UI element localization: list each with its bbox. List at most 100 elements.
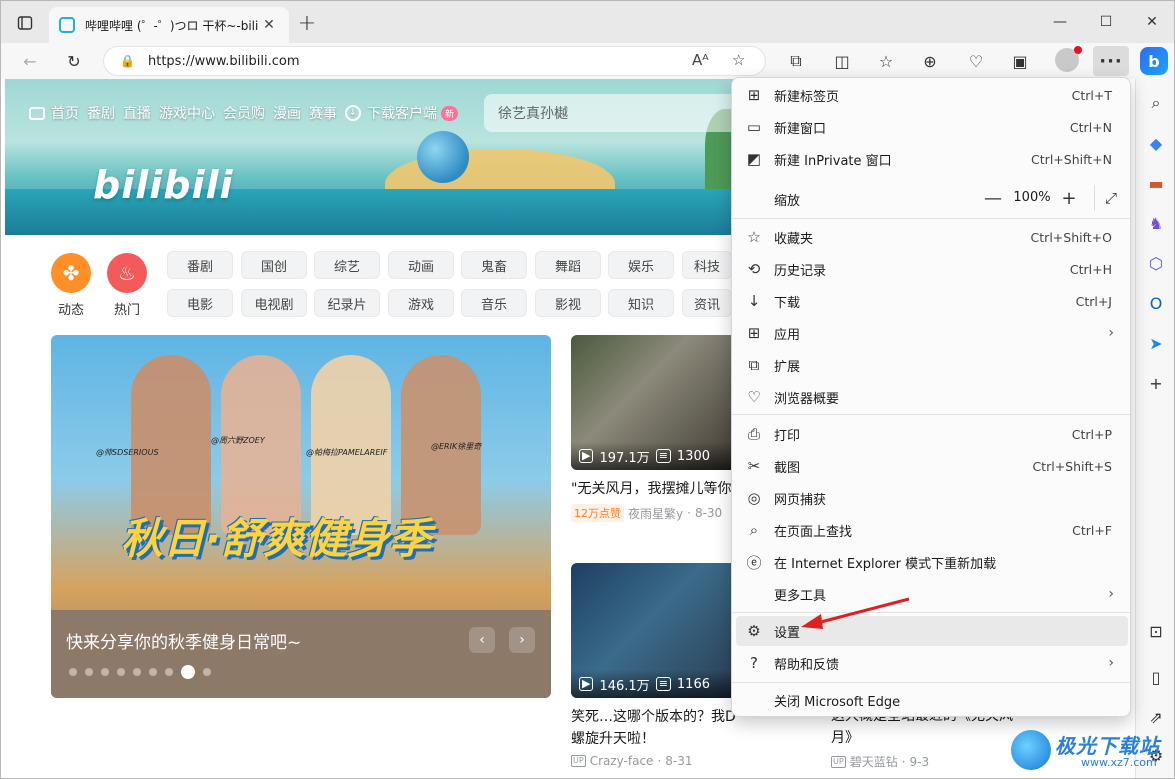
add-icon[interactable]: +	[1144, 371, 1168, 395]
carousel-dot[interactable]	[69, 668, 77, 676]
carousel-prev-button[interactable]: ‹	[469, 627, 495, 653]
back-button[interactable]: ←	[17, 48, 43, 74]
menu-ie-mode[interactable]: ⓔ 在 Internet Explorer 模式下重新加载	[736, 547, 1128, 577]
fullscreen-icon[interactable]: ⤢	[1098, 186, 1124, 210]
nav-shop[interactable]: 会员购	[223, 103, 265, 123]
menu-settings[interactable]: ⚙ 设置	[736, 616, 1128, 646]
menu-close-edge[interactable]: 关闭 Microsoft Edge	[736, 685, 1128, 715]
video-card[interactable]: ▶ 197.1万 ≡ 1300 "无关风月，我摆摊儿等你 12万点赞 夜雨星繁y…	[571, 335, 736, 522]
address-bar[interactable]: 🔒 https://www.bilibili.com Aᴬ ☆	[103, 46, 766, 76]
author[interactable]: 夜雨星繁y	[628, 505, 683, 522]
menu-apps[interactable]: ⊞ 应用 ›	[736, 318, 1128, 348]
chip-film[interactable]: 影视	[535, 289, 601, 317]
menu-favorites[interactable]: ☆ 收藏夹 Ctrl+Shift+O	[736, 222, 1128, 252]
nav-manga[interactable]: 漫画	[273, 103, 301, 123]
author[interactable]: 碧天蓝钻	[850, 753, 898, 770]
browser-essentials-heart-icon[interactable]: ♡	[963, 48, 989, 74]
search-icon[interactable]: ⌕	[1144, 91, 1168, 115]
carousel-dot[interactable]	[203, 668, 211, 676]
carousel-dot[interactable]	[133, 668, 141, 676]
video-title[interactable]: 笑死…这哪个版本的？我DNA都	[571, 706, 736, 728]
chip-game[interactable]: 游戏	[388, 289, 454, 317]
refresh-button[interactable]: ↻	[61, 48, 87, 74]
collections-icon[interactable]: ⊕	[917, 48, 943, 74]
split-screen-icon[interactable]: ◫	[829, 48, 855, 74]
menu-new-tab[interactable]: ⊞ 新建标签页 Ctrl+T	[736, 80, 1128, 110]
extensions-puzzle-icon[interactable]: ⧉	[783, 48, 809, 74]
sidebar-layout-icon[interactable]: ▯	[1144, 665, 1168, 689]
nav-events[interactable]: 赛事	[309, 103, 337, 123]
video-thumbnail[interactable]: ▶ 146.1万 ≡ 1166	[571, 563, 736, 698]
video-title-line2[interactable]: 月》	[831, 727, 1031, 749]
carousel-next-button[interactable]: ›	[509, 627, 535, 653]
close-window-button[interactable]: ✕	[1137, 9, 1167, 35]
chip-knowledge[interactable]: 知识	[608, 289, 674, 317]
carousel-dot[interactable]	[149, 668, 157, 676]
chip-kichiku[interactable]: 鬼畜	[461, 251, 527, 279]
carousel-dot[interactable]	[165, 668, 173, 676]
chip-documentary[interactable]: 纪录片	[314, 289, 380, 317]
menu-more-tools[interactable]: 更多工具 ›	[736, 579, 1128, 609]
chip-variety[interactable]: 综艺	[314, 251, 380, 279]
send-icon[interactable]: ➤	[1144, 331, 1168, 355]
chip-tech[interactable]: 科技	[682, 251, 732, 279]
menu-downloads[interactable]: ↓ 下载 Ctrl+J	[736, 286, 1128, 316]
outlook-icon[interactable]: O	[1144, 291, 1168, 315]
sidebar-toggle-icon[interactable]: ▣	[1007, 48, 1033, 74]
menu-new-window[interactable]: ▭ 新建窗口 Ctrl+N	[736, 112, 1128, 142]
nav-home[interactable]: 首页	[29, 103, 79, 123]
bilibili-logo[interactable]: bilibili	[93, 163, 234, 207]
menu-history[interactable]: ⟲ 历史记录 Ctrl+H	[736, 254, 1128, 284]
video-card[interactable]: ▶ 146.1万 ≡ 1166 笑死…这哪个版本的？我DNA都 螺旋升天啦！ U…	[571, 563, 736, 768]
carousel-dot[interactable]	[117, 668, 125, 676]
read-aloud-icon[interactable]: Aᴬ	[692, 51, 709, 69]
screenshot-icon[interactable]: ⊡	[1144, 619, 1168, 643]
hot-label[interactable]: 热门	[102, 299, 152, 318]
menu-screenshot[interactable]: ✂ 截图 Ctrl+Shift+S	[736, 451, 1128, 481]
profile-avatar[interactable]	[1055, 46, 1082, 72]
carousel-dot-active[interactable]	[181, 665, 195, 679]
shopping-tag-icon[interactable]: ◆	[1144, 131, 1168, 155]
pinwheel-icon[interactable]: ✤	[51, 253, 91, 293]
close-tab-icon[interactable]: ✕	[259, 17, 279, 33]
menu-find-on-page[interactable]: ⌕ 在页面上查找 Ctrl+F	[736, 515, 1128, 545]
menu-web-capture[interactable]: ◎ 网页捕获	[736, 483, 1128, 513]
chip-fanju[interactable]: 番剧	[167, 251, 233, 279]
promo-carousel[interactable]: @帅SDSERIOUS @周六野ZOEY @帕梅拉PAMELAREIF @ERI…	[51, 335, 551, 698]
chip-music[interactable]: 音乐	[461, 289, 527, 317]
new-tab-button[interactable]: +	[295, 11, 319, 36]
menu-new-inprivate[interactable]: ◩ 新建 InPrivate 窗口 Ctrl+Shift+N	[736, 144, 1128, 174]
favorite-star-icon[interactable]: ☆	[732, 51, 745, 69]
video-title[interactable]: "无关风月，我摆摊儿等你	[571, 478, 736, 500]
carousel-dot[interactable]	[85, 668, 93, 676]
chip-guochuang[interactable]: 国创	[241, 251, 307, 279]
settings-and-more-button[interactable]: ···	[1093, 46, 1129, 76]
chip-tv-series[interactable]: 电视剧	[241, 289, 307, 317]
tab-bilibili[interactable]: 哔哩哔哩 (゜-゜)つロ 干杯~-bilibili ✕	[49, 7, 289, 43]
video-thumbnail[interactable]: ▶ 197.1万 ≡ 1300	[571, 335, 736, 470]
site-search-input[interactable]: 徐艺真孙樾	[484, 94, 754, 132]
nav-live[interactable]: 直播	[123, 103, 151, 123]
nav-anime[interactable]: 番剧	[87, 103, 115, 123]
chip-animation[interactable]: 动画	[388, 251, 454, 279]
bing-copilot-icon[interactable]: b	[1140, 47, 1168, 75]
menu-extensions[interactable]: ⧉ 扩展	[736, 350, 1128, 380]
chip-dance[interactable]: 舞蹈	[535, 251, 601, 279]
minimize-button[interactable]: —	[1045, 9, 1075, 35]
carousel-caption[interactable]: 快来分享你的秋季健身日常吧~	[66, 628, 301, 653]
carousel-dot[interactable]	[101, 668, 109, 676]
tools-briefcase-icon[interactable]: ▬	[1144, 171, 1168, 195]
nav-game-center[interactable]: 游戏中心	[159, 103, 215, 123]
chip-news[interactable]: 资讯	[682, 289, 732, 317]
dynamic-label[interactable]: 动态	[46, 299, 96, 318]
zoom-in-button[interactable]: +	[1056, 186, 1082, 210]
copilot-icon[interactable]: ⬡	[1144, 251, 1168, 275]
flame-icon[interactable]: ♨	[107, 253, 147, 293]
chip-entertainment[interactable]: 娱乐	[608, 251, 674, 279]
favorites-bar-icon[interactable]: ☆	[873, 48, 899, 74]
zoom-out-button[interactable]: —	[980, 186, 1006, 210]
maximize-button[interactable]: ☐	[1091, 9, 1121, 35]
menu-help-feedback[interactable]: ? 帮助和反馈 ›	[736, 648, 1128, 678]
tab-actions-icon[interactable]	[13, 11, 37, 35]
video-title-line2[interactable]: 螺旋升天啦！	[571, 728, 736, 750]
